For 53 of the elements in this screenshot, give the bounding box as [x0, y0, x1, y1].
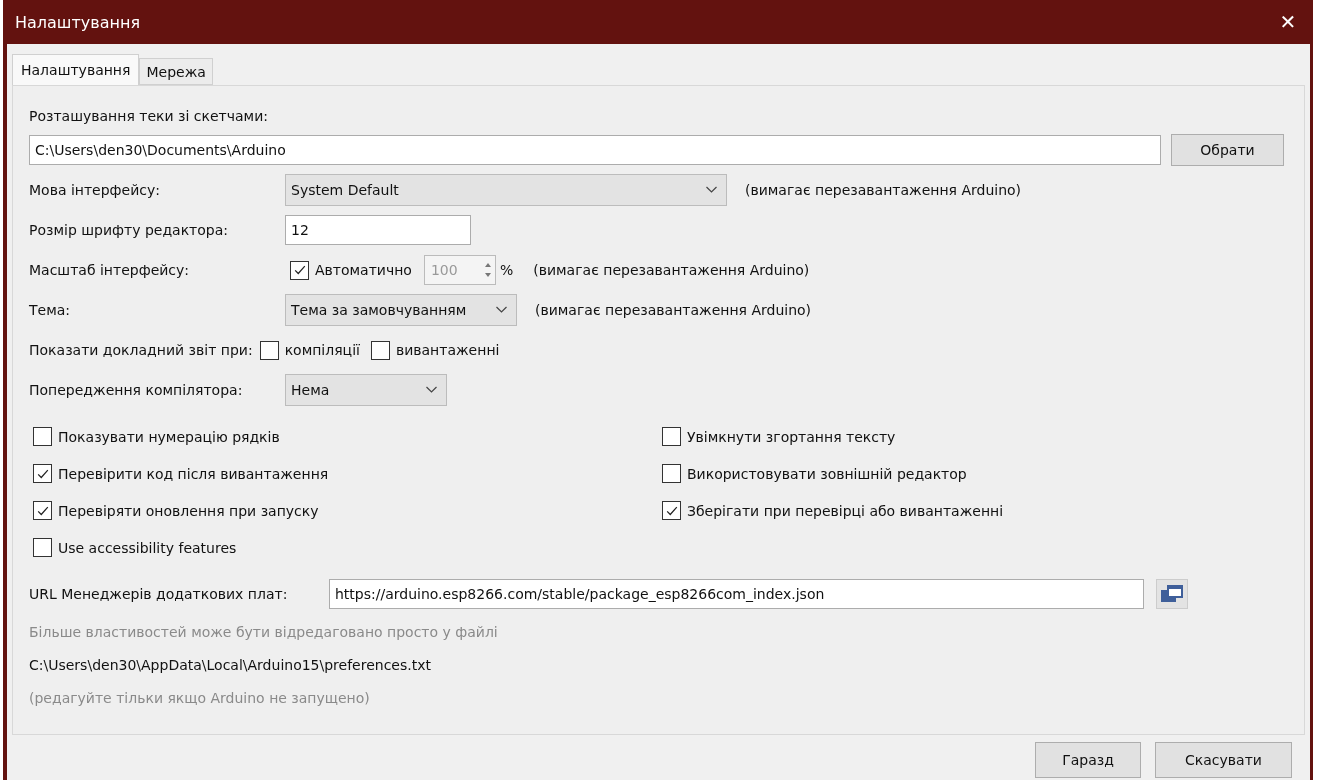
checkbox[interactable] [662, 501, 681, 520]
dialog-button[interactable]: Гаразд [1035, 742, 1141, 778]
checkbox[interactable] [33, 501, 52, 520]
note-text: (вимагає перезавантаження Arduino) [533, 262, 810, 278]
close-button[interactable]: ✕ [1266, 0, 1310, 44]
checkbox-label: Перевіряти оновлення при запуску [58, 502, 319, 519]
checkbox[interactable] [662, 427, 681, 446]
checkbox[interactable] [662, 464, 681, 483]
theme-dropdown[interactable]: Тема за замовчуванням [285, 294, 517, 326]
url-field[interactable]: https://arduino.esp8266.com/stable/package_esp8266com_index.json [329, 579, 1144, 609]
info-text: Більше властивостей може бути відредаговано просто у файлі [29, 622, 499, 642]
checkbox-label: Показувати нумерацію рядків [58, 428, 280, 445]
checkbox-label: Перевірити код після вивантаження [58, 465, 329, 482]
field-label: Мова інтерфейсу: [29, 182, 161, 198]
checkbox-label: компіляції [284, 342, 360, 358]
language-dropdown[interactable]: System Default [285, 174, 727, 206]
info-text: C:\Users\den30\AppData\Local\Arduino15\preferences.txt [29, 655, 432, 675]
dialog-button[interactable]: Скасувати [1155, 742, 1292, 778]
field-label: Попередження компілятора: [29, 382, 244, 398]
checkbox[interactable] [290, 260, 309, 280]
field-label: Розташування теки зі скетчами: [29, 108, 269, 126]
browse-button[interactable]: Обрати [1171, 134, 1284, 166]
font-size-field[interactable]: 12 [285, 215, 471, 245]
warnings-dropdown[interactable]: Нема [285, 374, 447, 406]
tab[interactable]: Мережа [139, 58, 213, 85]
chevron-down-icon [495, 306, 508, 314]
chevron-down-icon [425, 386, 438, 394]
tab[interactable]: Налаштування [12, 54, 140, 85]
unit-text: % [499, 262, 514, 278]
checkbox-label: Увімкнути згортання тексту [687, 428, 896, 445]
checkbox[interactable] [33, 427, 52, 446]
checkbox-label: Автоматично [315, 262, 412, 278]
checkbox-label: вивантаженні [395, 342, 500, 358]
window-icon-button[interactable] [1156, 579, 1188, 609]
chevron-down-icon [705, 186, 718, 194]
note-text: (вимагає перезавантаження Arduino) [535, 302, 812, 318]
info-text: (редагуйте тільки якщо Arduino не запущено) [29, 688, 371, 708]
checkbox-label: Зберігати при перевірці або вивантаженні [687, 502, 1004, 519]
checkbox[interactable] [370, 340, 390, 360]
checkmark-icon [292, 263, 307, 277]
checkbox[interactable] [259, 340, 279, 360]
checkbox[interactable] [33, 464, 52, 483]
checkbox[interactable] [33, 538, 52, 557]
field-label: Масштаб інтерфейсу: [29, 262, 191, 278]
window-title: Налаштування [15, 12, 141, 32]
field-label: Розмір шрифту редактора: [29, 222, 229, 238]
note-text: (вимагає перезавантаження Arduino) [745, 182, 1022, 198]
field-label: URL Менеджерів додаткових плат: [29, 586, 289, 602]
path-field[interactable]: C:\Users\den30\Documents\Arduino [29, 135, 1161, 165]
field-label: Тема: [29, 302, 72, 318]
checkbox-label: Використовувати зовнішній редактор [687, 465, 967, 482]
field-label: Показати докладний звіт при: [29, 342, 253, 358]
checkbox-label: Use accessibility features [58, 539, 237, 556]
